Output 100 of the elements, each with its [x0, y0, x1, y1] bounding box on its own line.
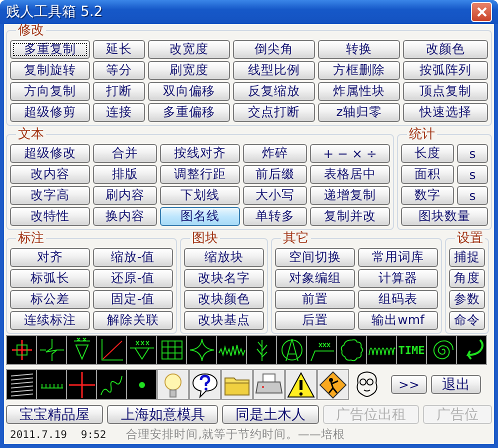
tool-button[interactable]: 单转多 [243, 207, 307, 226]
roughness-symbol-icon[interactable] [127, 336, 156, 364]
tool-button[interactable]: 连续标注 [10, 311, 90, 330]
tool-button[interactable]: 倒尖角 [233, 40, 315, 59]
tool-button[interactable]: 捕捉 [449, 248, 485, 267]
tool-button[interactable]: 标弧长 [10, 269, 90, 288]
tool-button[interactable]: 解除关联 [93, 311, 173, 330]
tool-button[interactable]: 交点打断 [233, 103, 315, 122]
warning-sign-icon[interactable] [285, 369, 317, 400]
tool-button[interactable]: 固定-值 [93, 290, 173, 309]
tool-button[interactable]: 前置 [275, 290, 355, 309]
tool-button[interactable]: 方框删除 [318, 61, 400, 80]
tool-button[interactable]: 改块名字 [184, 269, 264, 288]
tool-button[interactable]: 方向复制 [10, 82, 90, 101]
tool-button[interactable]: 合并 [93, 144, 157, 163]
tool-button[interactable]: 数字 [401, 186, 454, 205]
tool-button[interactable]: 排版 [93, 165, 157, 184]
tool-button[interactable]: 下划线 [160, 186, 240, 205]
tool-button[interactable]: 图块数量 [401, 207, 488, 226]
tool-button[interactable]: 等分 [93, 61, 145, 80]
surface-symbol-icon[interactable] [307, 336, 336, 364]
squiggle-icon[interactable] [97, 370, 126, 399]
tool-button[interactable]: 快速选择 [403, 103, 488, 122]
exit-button[interactable]: 退出 [431, 375, 481, 394]
tool-button[interactable]: 改内容 [10, 165, 90, 184]
tool-button[interactable]: 输出wmf [358, 311, 438, 330]
tool-button[interactable]: 大小写 [243, 186, 307, 205]
tool-button[interactable]: 缩放-值 [93, 248, 173, 267]
branch-icon[interactable] [247, 336, 276, 364]
tool-button[interactable]: 调整行距 [160, 165, 240, 184]
tool-button[interactable]: 连接 [93, 103, 145, 122]
tool-button[interactable]: 还原-值 [93, 269, 173, 288]
tool-button[interactable]: z轴归零 [318, 103, 400, 122]
tool-button[interactable]: 改颜色 [403, 40, 488, 59]
break-line-icon[interactable] [37, 336, 66, 364]
tool-button[interactable]: + − × ÷ [310, 144, 390, 163]
tool-button[interactable]: 复制并改 [310, 207, 390, 226]
weld-symbol-icon[interactable] [67, 336, 96, 364]
tool-button[interactable]: 延长 [93, 40, 145, 59]
tool-button[interactable]: 改特性 [10, 207, 90, 226]
tool-button[interactable]: 缩放块 [184, 248, 264, 267]
tool-button[interactable]: 炸属性块 [318, 82, 400, 101]
tool-button[interactable]: 按弧阵列 [403, 61, 488, 80]
tool-button[interactable]: 命令 [449, 311, 485, 330]
compass-icon[interactable] [277, 336, 306, 364]
tool-button[interactable]: 后置 [275, 311, 355, 330]
time-button[interactable]: TIME [397, 336, 426, 364]
tool-button[interactable]: 对齐 [10, 248, 90, 267]
cross-icon[interactable] [67, 370, 96, 399]
tool-button[interactable]: 转换 [318, 40, 400, 59]
hatch-lines-icon[interactable] [7, 370, 36, 399]
ad-button[interactable]: 同是土木人 [222, 405, 319, 424]
tool-button[interactable]: 标公差 [10, 290, 90, 309]
ad-button[interactable]: 上海如意模具 [107, 405, 218, 424]
tool-button[interactable]: 表格居中 [310, 165, 390, 184]
tool-button[interactable]: 线型比例 [233, 61, 315, 80]
tool-button[interactable]: 改块基点 [184, 311, 264, 330]
more-button[interactable]: >> [391, 375, 427, 394]
tool-button[interactable]: s [457, 144, 488, 163]
tool-button[interactable]: 递增复制 [310, 186, 390, 205]
tool-button[interactable]: 超级修剪 [10, 103, 90, 122]
ruler-icon[interactable] [37, 370, 66, 399]
tool-button[interactable]: 双向偏移 [148, 82, 230, 101]
tool-button[interactable]: 换内容 [93, 207, 157, 226]
tool-button[interactable]: s [457, 165, 488, 184]
tool-button[interactable]: 按线对齐 [160, 144, 240, 163]
tool-button[interactable]: s [457, 186, 488, 205]
tool-button[interactable]: 常用词库 [358, 248, 438, 267]
ad-button[interactable]: 宝宝精品屋 [6, 405, 104, 424]
tool-button[interactable]: 对象编组 [275, 269, 355, 288]
light-bulb-icon[interactable] [157, 369, 189, 400]
tool-button[interactable]: 刷内容 [93, 186, 157, 205]
tool-button[interactable]: 多重偏移 [148, 103, 230, 122]
spiral-icon[interactable] [427, 336, 456, 364]
tool-button[interactable]: 改字高 [10, 186, 90, 205]
tool-button[interactable]: 参数 [449, 290, 485, 309]
four-point-star-icon[interactable] [187, 336, 216, 364]
tool-button[interactable]: 顶点复制 [403, 82, 488, 101]
tool-button[interactable]: 图名线 [160, 207, 240, 226]
tool-button[interactable]: 复制旋转 [10, 61, 90, 80]
tool-button[interactable]: 改块颜色 [184, 290, 264, 309]
revision-cloud-icon[interactable] [337, 336, 366, 364]
wave-icon[interactable] [367, 336, 396, 364]
tool-button[interactable]: 前后缀 [243, 165, 307, 184]
tool-button[interactable]: 角度 [449, 269, 485, 288]
crosshair-icon[interactable] [7, 336, 36, 364]
tool-button[interactable]: 炸碎 [243, 144, 307, 163]
tool-button[interactable]: 计算器 [358, 269, 438, 288]
tool-button[interactable]: 改宽度 [148, 40, 230, 59]
tool-button[interactable]: 面积 [401, 165, 454, 184]
tool-button[interactable]: 组码表 [358, 290, 438, 309]
help-bubble-icon[interactable] [189, 369, 221, 400]
tool-button[interactable]: 长度 [401, 144, 454, 163]
tool-button[interactable]: 超级修改 [10, 144, 90, 163]
tool-button[interactable]: 刷宽度 [148, 61, 230, 80]
close-button[interactable] [471, 2, 492, 22]
folder-icon[interactable] [221, 369, 253, 400]
tool-button[interactable]: 空间切换 [275, 248, 355, 267]
tool-button[interactable]: 打断 [93, 82, 145, 101]
printer-icon[interactable] [253, 369, 285, 400]
